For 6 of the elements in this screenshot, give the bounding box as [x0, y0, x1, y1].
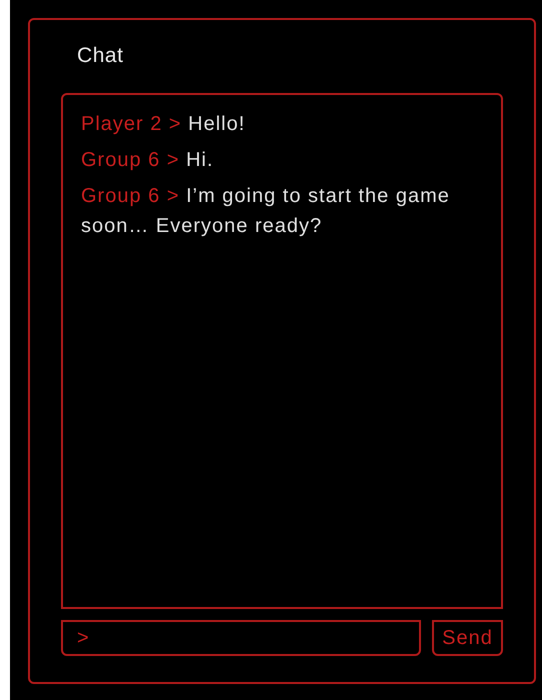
- message-input[interactable]: >: [61, 620, 421, 656]
- chat-message: Player 2 > Hello!: [81, 112, 246, 137]
- send-button[interactable]: Send: [432, 620, 503, 656]
- chat-message: Group 6 > I’m going to start the game soon… Everyone ready?: [81, 184, 451, 239]
- chat-message: Group 6 > Hi.: [81, 148, 215, 173]
- chat-title: Chat: [77, 43, 124, 66]
